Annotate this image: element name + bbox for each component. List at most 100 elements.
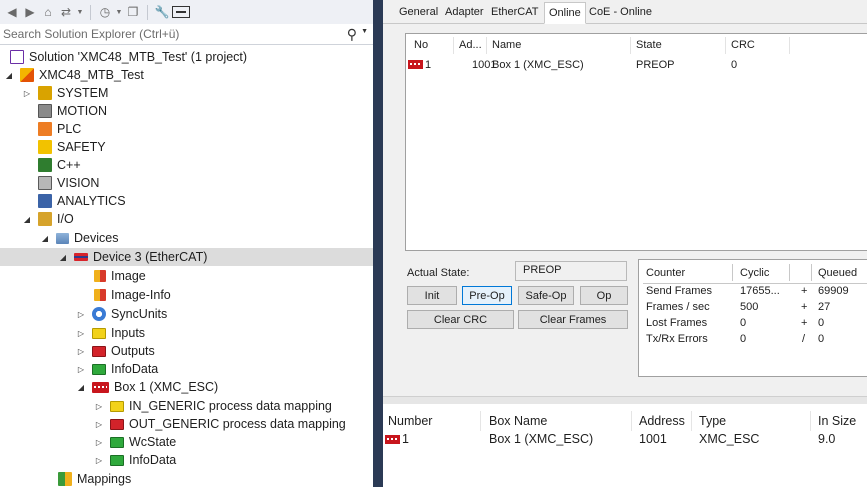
collapsed-arrow-icon[interactable]: ▷ (94, 420, 104, 429)
expanded-arrow-icon[interactable]: ◢ (58, 253, 68, 262)
column-header-box-name[interactable]: Box Name (489, 414, 547, 428)
inputs-icon (110, 400, 124, 412)
search-box[interactable]: Search Solution Explorer (Ctrl+ü) ⚲ ▼ (0, 24, 373, 45)
column-header-in-size[interactable]: In Size (818, 414, 856, 428)
tab-ethercat[interactable]: EtherCAT (489, 5, 540, 23)
collapsed-arrow-icon[interactable]: ▷ (94, 438, 104, 447)
online-slave-list[interactable]: No Ad... Name State CRC 1 1001 Box 1 (XM… (405, 33, 867, 251)
tree-item-syncunits[interactable]: ▷ SyncUnits (0, 305, 373, 323)
vision-icon (38, 176, 52, 190)
tree-item-cpp[interactable]: C++ (0, 156, 373, 174)
clear-frames-button[interactable]: Clear Frames (518, 310, 628, 329)
expanded-arrow-icon[interactable]: ◢ (22, 215, 32, 224)
properties-icon[interactable]: 🔧 (154, 4, 170, 20)
tree-item-mappings[interactable]: Mappings (0, 470, 373, 487)
tree-item-devices[interactable]: ◢ Devices (0, 229, 373, 247)
tree-item-analytics[interactable]: ANALYTICS (0, 192, 373, 210)
collapsed-arrow-icon[interactable]: ▷ (76, 310, 86, 319)
history-icon[interactable]: ◷ (97, 4, 113, 20)
tree-item-project[interactable]: ◢ XMC48_MTB_Test (0, 66, 373, 84)
safeop-button[interactable]: Safe-Op (518, 286, 574, 305)
search-input[interactable]: Search Solution Explorer (Ctrl+ü) (3, 27, 179, 41)
init-button[interactable]: Init (407, 286, 457, 305)
tree-item-vision[interactable]: VISION (0, 174, 373, 192)
tree-item-image[interactable]: Image (0, 267, 373, 285)
preop-button[interactable]: Pre-Op (462, 286, 512, 305)
column-header-address[interactable]: Ad... (459, 39, 482, 51)
stats-cyclic: 500 (740, 301, 759, 313)
home-icon[interactable]: ⌂ (40, 4, 56, 20)
sync-view-icon[interactable]: ⇄ (58, 4, 74, 20)
tree-item-box1[interactable]: ◢ Box 1 (XMC_ESC) (0, 378, 373, 396)
collapsed-arrow-icon[interactable]: ▷ (76, 329, 86, 338)
tree-item-system[interactable]: ▷ SYSTEM (0, 84, 373, 102)
tree-item-image-info[interactable]: Image-Info (0, 286, 373, 304)
stats-queued: 0 (818, 333, 825, 345)
tree-item-box-infodata[interactable]: ▷ InfoData (0, 451, 373, 469)
panel-splitter[interactable] (373, 0, 383, 487)
tree-item-infodata[interactable]: ▷ InfoData (0, 360, 373, 378)
show-all-icon[interactable]: ❐ (125, 4, 141, 20)
tree-item-label: SyncUnits (111, 307, 168, 321)
tree-item-label: XMC48_MTB_Test (39, 68, 144, 82)
slave-row-no[interactable]: 1 (408, 59, 431, 71)
column-header-no[interactable]: No (414, 39, 428, 51)
collapsed-arrow-icon[interactable]: ▷ (94, 456, 104, 465)
tree-item-wcstate[interactable]: ▷ WcState (0, 433, 373, 451)
tree-item-label: SYSTEM (57, 86, 109, 100)
expanded-arrow-icon[interactable]: ◢ (76, 383, 86, 392)
tree-item-plc[interactable]: PLC (0, 120, 373, 138)
panel-splitter-horizontal[interactable] (383, 396, 867, 404)
box-row-number[interactable]: 1 (385, 432, 409, 446)
ethercat-device-icon (74, 253, 88, 261)
solution-explorer-toolbar: ◀ ▶ ⌂ ⇄ ▼ ◷ ▼ ❐ 🔧 (0, 0, 373, 24)
clear-crc-button[interactable]: Clear CRC (407, 310, 514, 329)
tree-item-safety[interactable]: SAFETY (0, 138, 373, 156)
stats-op: + (801, 301, 808, 313)
column-divider (631, 411, 632, 431)
tree-item-label: InfoData (129, 453, 177, 467)
collapsed-arrow-icon[interactable]: ▷ (76, 347, 86, 356)
tree-item-device3[interactable]: ◢ Device 3 (EtherCAT) (0, 248, 373, 266)
tree-item-motion[interactable]: MOTION (0, 102, 373, 120)
search-icon[interactable]: ⚲ (347, 26, 357, 43)
preview-icon[interactable] (172, 6, 190, 18)
tree-item-solution[interactable]: Solution 'XMC48_MTB_Test' (1 project) (0, 48, 373, 66)
tree-item-in-generic[interactable]: ▷ IN_GENERIC process data mapping (0, 397, 373, 415)
chevron-down-icon[interactable]: ▼ (76, 4, 84, 20)
stats-label: Lost Frames (646, 317, 708, 329)
back-icon[interactable]: ◀ (4, 4, 20, 20)
tab-adapter[interactable]: Adapter (443, 5, 486, 23)
expanded-arrow-icon[interactable]: ◢ (40, 234, 50, 243)
column-header-number[interactable]: Number (388, 414, 432, 428)
tree-item-out-generic[interactable]: ▷ OUT_GENERIC process data mapping (0, 415, 373, 433)
chevron-down-icon[interactable]: ▼ (115, 4, 123, 20)
stats-column-divider (789, 264, 790, 281)
column-divider (630, 37, 631, 54)
tree-item-io[interactable]: ◢ I/O (0, 210, 373, 228)
tree-item-label: PLC (57, 122, 82, 136)
collapsed-arrow-icon[interactable]: ▷ (22, 89, 32, 98)
op-button[interactable]: Op (580, 286, 628, 305)
tree-item-outputs[interactable]: ▷ Outputs (0, 342, 373, 360)
column-header-type[interactable]: Type (699, 414, 726, 428)
stats-op: + (801, 317, 808, 329)
tab-general[interactable]: General (397, 5, 440, 23)
collapsed-arrow-icon[interactable]: ▷ (94, 402, 104, 411)
expanded-arrow-icon[interactable]: ◢ (4, 71, 14, 80)
forward-icon[interactable]: ▶ (22, 4, 38, 20)
tab-online[interactable]: Online (544, 2, 586, 24)
stats-queued: 0 (818, 317, 825, 329)
solution-icon (10, 50, 24, 64)
collapsed-arrow-icon[interactable]: ▷ (76, 365, 86, 374)
column-header-name[interactable]: Name (492, 39, 521, 51)
stats-divider (643, 283, 867, 284)
tree-item-label: VISION (57, 176, 100, 190)
tab-coe-online[interactable]: CoE - Online (587, 5, 654, 23)
box-row-type: XMC_ESC (699, 432, 760, 446)
column-header-state[interactable]: State (636, 39, 662, 51)
column-header-crc[interactable]: CRC (731, 39, 755, 51)
chevron-down-icon[interactable]: ▼ (361, 28, 368, 35)
column-header-address[interactable]: Address (639, 414, 685, 428)
tree-item-inputs[interactable]: ▷ Inputs (0, 324, 373, 342)
